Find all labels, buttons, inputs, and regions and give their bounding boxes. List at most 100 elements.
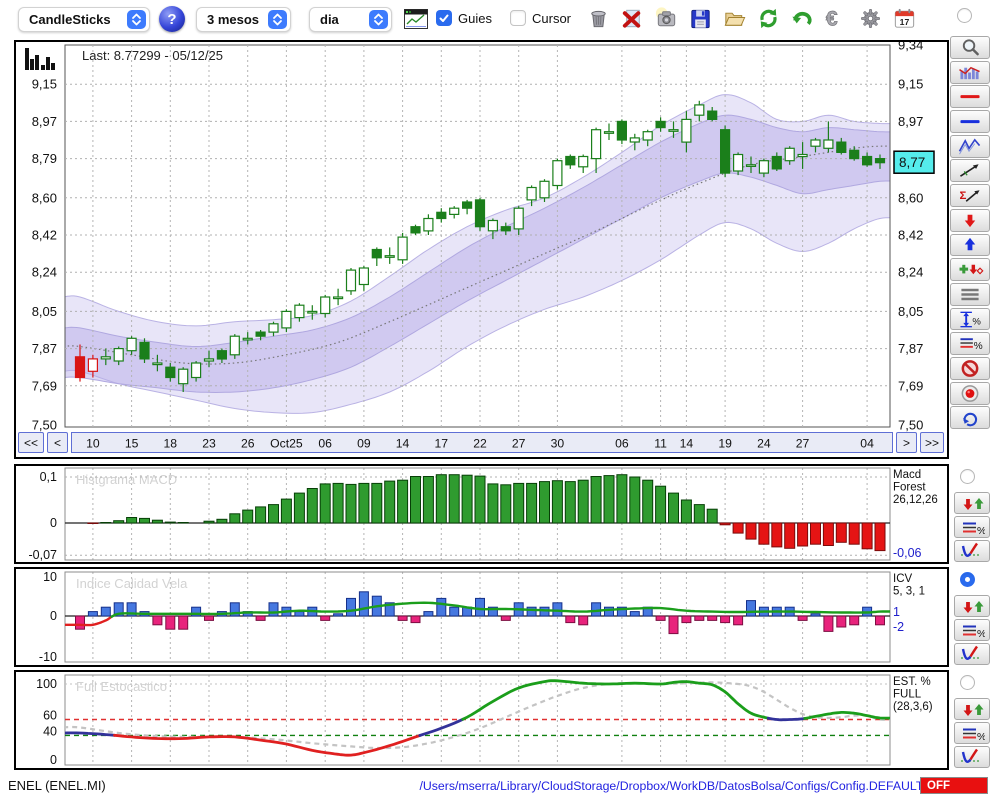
svg-text:7,87: 7,87 bbox=[32, 341, 57, 356]
macd-panel-radio[interactable] bbox=[960, 469, 975, 484]
svg-text:-0,07: -0,07 bbox=[29, 548, 58, 562]
vertical-range-percent-icon[interactable]: % bbox=[950, 307, 990, 331]
svg-text:8,60: 8,60 bbox=[898, 190, 923, 205]
trendline-icon[interactable] bbox=[950, 159, 990, 183]
icv-signal-arrows-icon[interactable] bbox=[954, 595, 990, 617]
add-signal-icon[interactable] bbox=[950, 258, 990, 282]
svg-text:9,15: 9,15 bbox=[32, 77, 57, 92]
open-folder-icon[interactable] bbox=[721, 4, 748, 32]
svg-text:0: 0 bbox=[50, 753, 57, 767]
drawing-tools-sidebar: Σ%% bbox=[950, 36, 992, 430]
blue-hline-icon[interactable] bbox=[950, 110, 990, 133]
refresh-icon[interactable] bbox=[755, 4, 782, 32]
off-toggle-button[interactable]: OFF bbox=[920, 777, 988, 794]
svg-text:7,50: 7,50 bbox=[32, 418, 57, 433]
arrow-down-red-icon[interactable] bbox=[950, 208, 990, 232]
scroll-first-button[interactable]: << bbox=[18, 432, 44, 453]
svg-text:7,87: 7,87 bbox=[898, 341, 923, 356]
macd-histogram-bars bbox=[87, 474, 886, 552]
chart-window-icon[interactable] bbox=[404, 9, 428, 29]
icv-levels-percent-icon[interactable]: % bbox=[954, 619, 990, 641]
euro-icon[interactable]: € bbox=[823, 4, 850, 32]
svg-text:8,79: 8,79 bbox=[32, 151, 57, 166]
icv-signal-line bbox=[65, 601, 890, 627]
svg-text:7,69: 7,69 bbox=[898, 378, 923, 393]
svg-text:7,50: 7,50 bbox=[898, 418, 923, 433]
chevron-up-down-icon bbox=[127, 10, 146, 29]
help-button[interactable]: ? bbox=[159, 6, 185, 32]
date-axis bbox=[71, 432, 893, 453]
guies-checkbox-row: Guies bbox=[436, 10, 492, 26]
stochastic-panel: Full Estocastico EST. %FULL(28,3,6) 100 604… bbox=[36, 674, 933, 767]
scroll-next-button[interactable]: > bbox=[896, 432, 917, 453]
svg-text:8,24: 8,24 bbox=[898, 265, 923, 280]
icv-panel-radio[interactable] bbox=[960, 572, 975, 587]
stochastic-signal-line bbox=[65, 681, 890, 750]
panel-borders bbox=[14, 40, 949, 770]
save-icon[interactable] bbox=[687, 4, 714, 32]
help-icon: ? bbox=[167, 10, 177, 28]
refresh-blue-icon[interactable] bbox=[950, 406, 990, 430]
est-signal-arrows-icon[interactable] bbox=[954, 698, 990, 720]
period-select[interactable]: 3 mesos bbox=[196, 7, 291, 32]
undo-icon[interactable] bbox=[789, 4, 816, 32]
arrow-up-blue-icon[interactable] bbox=[950, 233, 990, 257]
svg-text:8,60: 8,60 bbox=[32, 190, 57, 205]
svg-text:FULL: FULL bbox=[893, 689, 922, 701]
svg-text:-10: -10 bbox=[39, 650, 57, 664]
macd-signal-arrows-icon[interactable] bbox=[954, 492, 990, 514]
indicator-chart-icon[interactable] bbox=[950, 60, 990, 84]
svg-text:EST. %: EST. % bbox=[893, 676, 931, 688]
icv-panel: Indice Calidad Vela ICV5, 3, 1 10 0 -10 1-2 bbox=[39, 570, 925, 664]
zigzag-icon[interactable] bbox=[950, 134, 990, 158]
trading-app-window: CandleSticks ? 3 mesos dia Guies Cursor … bbox=[0, 0, 1000, 800]
svg-text:60: 60 bbox=[43, 709, 57, 723]
scroll-prev-button[interactable]: < bbox=[47, 432, 68, 453]
cursor-label: Cursor bbox=[532, 10, 572, 26]
zoom-icon[interactable] bbox=[950, 36, 990, 59]
icv-curve-icon[interactable] bbox=[954, 643, 990, 665]
toolbar-icon-group: €17 bbox=[585, 4, 918, 32]
svg-text:Macd: Macd bbox=[893, 469, 921, 481]
bollinger-bands bbox=[65, 94, 890, 414]
timeframe-select[interactable]: dia bbox=[309, 7, 392, 32]
svg-text:17: 17 bbox=[900, 16, 910, 26]
svg-text:100: 100 bbox=[36, 677, 57, 691]
config-path-link[interactable]: /Users/mserra/Library/CloudStorage/Dropb… bbox=[419, 779, 944, 793]
record-icon[interactable] bbox=[950, 381, 990, 405]
trash-icon[interactable] bbox=[585, 4, 612, 32]
calendar-icon[interactable]: 17 bbox=[891, 4, 918, 32]
svg-text:(28,3,6): (28,3,6) bbox=[893, 701, 933, 713]
lines-icon[interactable] bbox=[950, 282, 990, 306]
forbidden-icon[interactable] bbox=[950, 356, 990, 380]
svg-text:26,12,26: 26,12,26 bbox=[893, 494, 938, 506]
camera-icon[interactable] bbox=[653, 4, 680, 32]
svg-text:0,1: 0,1 bbox=[40, 470, 57, 484]
est-curve-icon[interactable] bbox=[954, 746, 990, 768]
settings-icon[interactable] bbox=[857, 4, 884, 32]
chevron-up-down-icon bbox=[369, 10, 388, 29]
main-chart-panel bbox=[64, 44, 891, 428]
chart-type-select[interactable]: CandleSticks bbox=[18, 7, 150, 32]
svg-text:5, 3, 1: 5, 3, 1 bbox=[893, 586, 925, 598]
svg-text:%: % bbox=[974, 341, 983, 352]
delete-red-x-icon[interactable] bbox=[619, 4, 646, 32]
svg-text:€: € bbox=[826, 7, 838, 30]
scroll-last-button[interactable]: >> bbox=[920, 432, 944, 453]
macd-levels-percent-icon[interactable]: % bbox=[954, 516, 990, 538]
est-levels-percent-icon[interactable]: % bbox=[954, 722, 990, 744]
macd-curve-icon[interactable] bbox=[954, 540, 990, 562]
red-hline-icon[interactable] bbox=[950, 85, 990, 109]
svg-text:7,69: 7,69 bbox=[32, 378, 57, 393]
levels-percent-icon[interactable]: % bbox=[950, 332, 990, 356]
est-panel-radio[interactable] bbox=[960, 675, 975, 690]
guies-label: Guies bbox=[458, 10, 492, 26]
sum-trendline-icon[interactable]: Σ bbox=[950, 184, 990, 208]
svg-text:0: 0 bbox=[50, 516, 57, 530]
svg-text:40: 40 bbox=[43, 724, 57, 738]
main-chart-radio[interactable] bbox=[957, 8, 972, 23]
guies-checkbox[interactable] bbox=[436, 10, 452, 26]
svg-text:Indice Calidad Vela: Indice Calidad Vela bbox=[76, 576, 188, 591]
cursor-checkbox[interactable] bbox=[510, 10, 526, 26]
svg-text:9,15: 9,15 bbox=[898, 77, 923, 92]
